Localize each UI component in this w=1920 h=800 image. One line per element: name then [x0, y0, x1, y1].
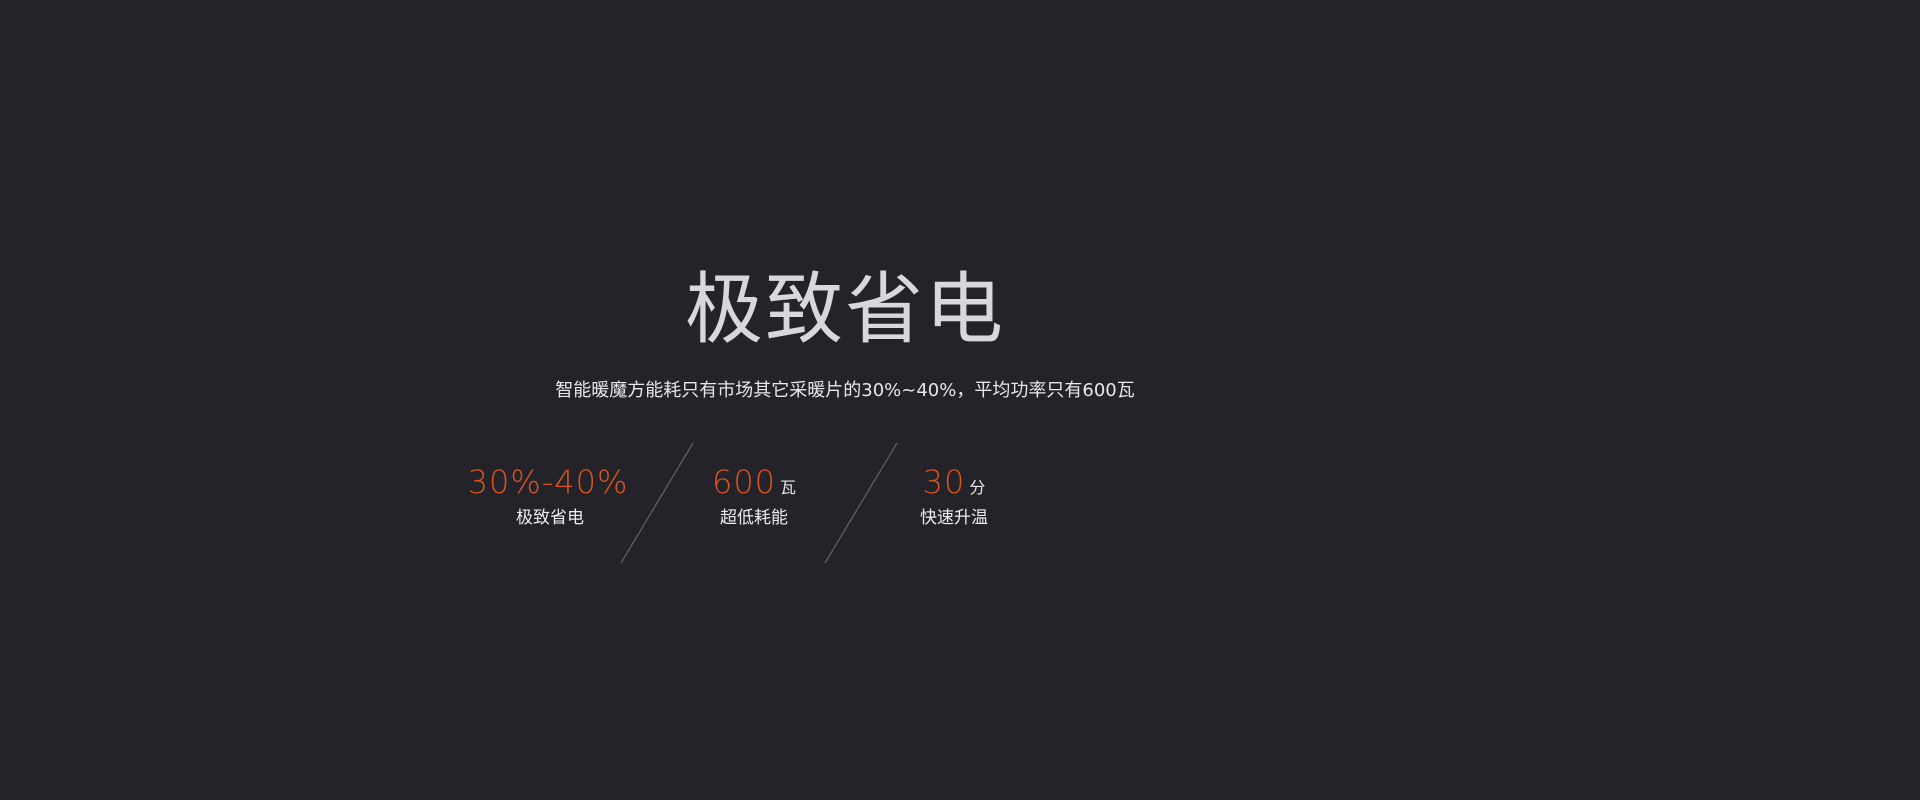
stat-unit: 瓦 — [780, 478, 797, 497]
stat-fast-heating: 30 分 快速升温 — [884, 464, 1024, 530]
stat-low-power: 600 瓦 超低耗能 — [684, 464, 824, 530]
stat-value: 600 — [711, 463, 777, 501]
stat-value-row: 30 分 — [884, 464, 1024, 506]
stat-label: 快速升温 — [920, 508, 988, 528]
stat-label: 超低耗能 — [720, 508, 788, 528]
stat-value: 30 — [922, 463, 966, 501]
stat-value-row: 600 瓦 — [684, 464, 824, 506]
slash-dividers — [620, 442, 898, 564]
slash-divider-1 — [620, 442, 694, 564]
stat-unit: 分 — [969, 478, 986, 497]
